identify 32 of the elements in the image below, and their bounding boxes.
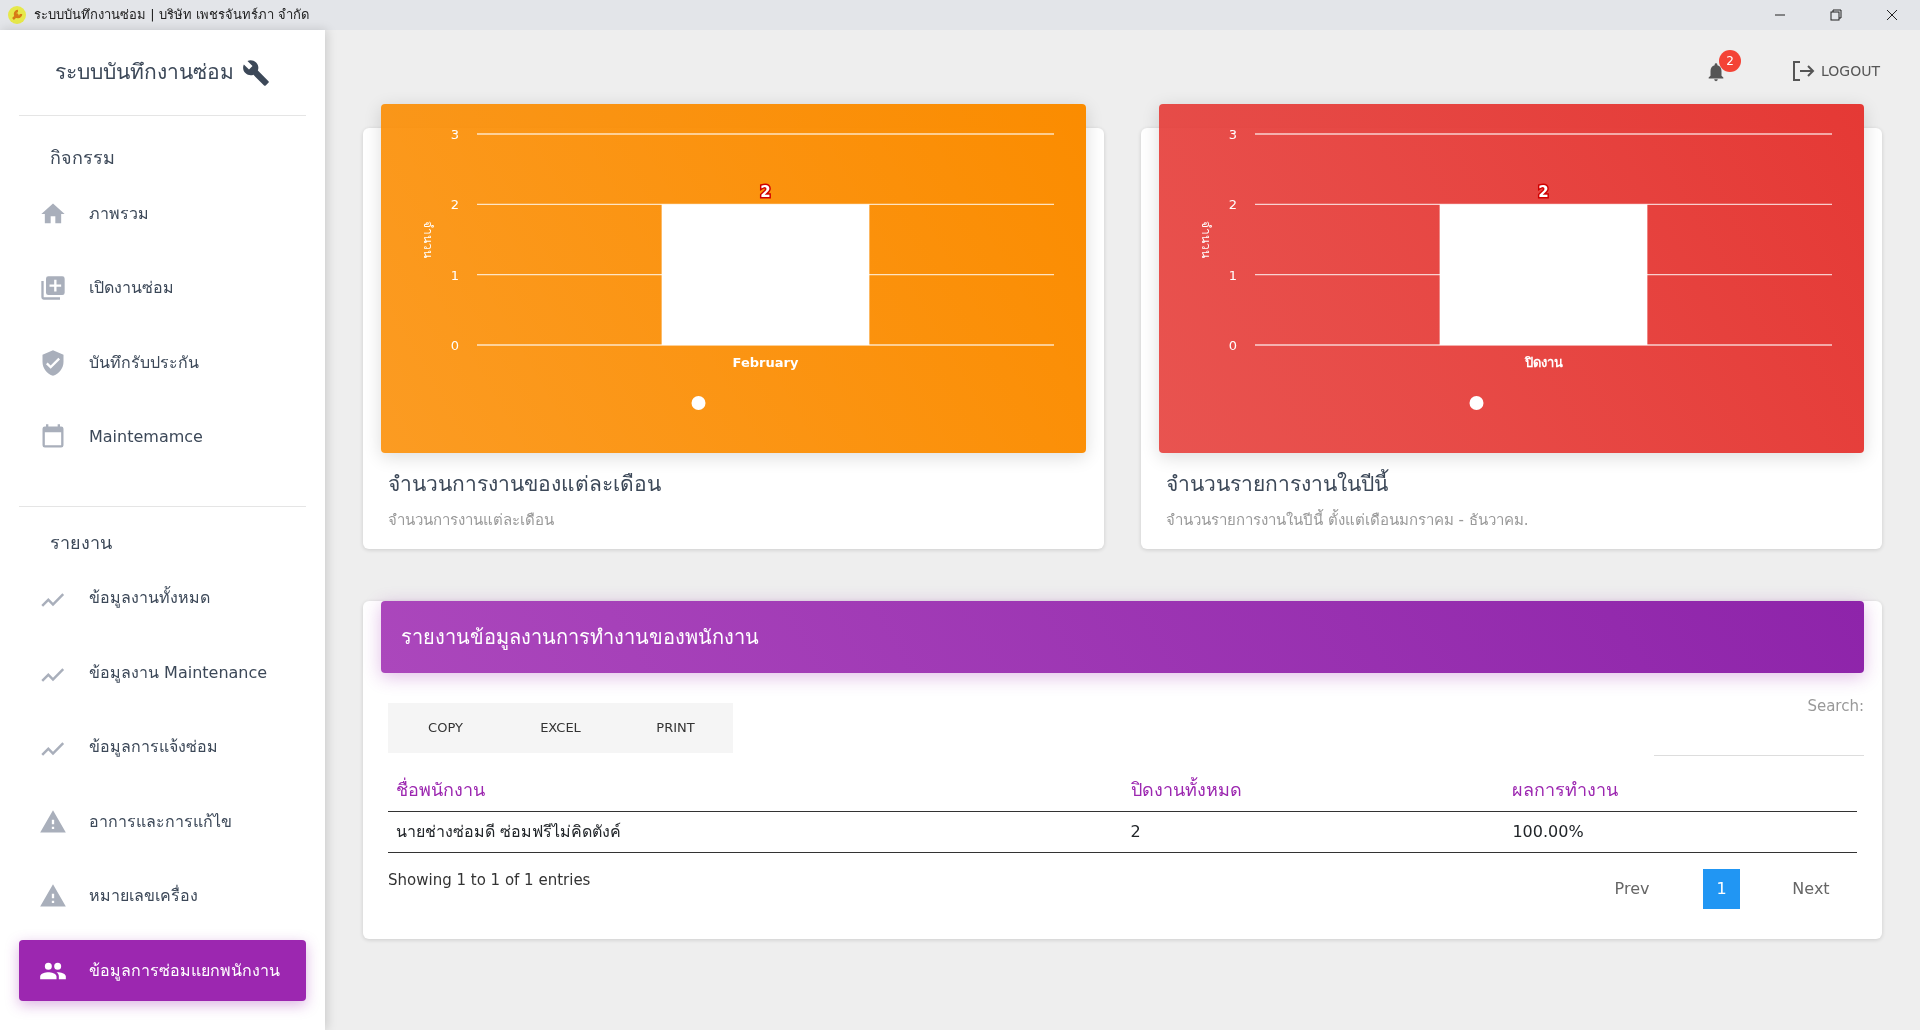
window-title: ระบบบันทึกงานซ่อม | บริษัท เพชรจันทร์ภา จำกัด (34, 6, 309, 25)
axis-tick-label: 3 (1228, 127, 1238, 142)
column-header: ปิดงานทั้งหมด (1122, 767, 1505, 811)
axis-tick-label: 3 (450, 127, 460, 142)
report-title: รายงานข้อมูลงานการทำงานของพนักงาน (381, 601, 1864, 673)
axis-tick-label: 2 (1228, 197, 1238, 213)
brand-title: ระบบบันทึกงานซ่อม (55, 58, 234, 86)
axis-title: จำนวน (1199, 221, 1213, 258)
table-info: Showing 1 to 1 of 1 entries (388, 869, 591, 891)
axis-title: จำนวน (421, 221, 435, 258)
section-heading: รายงาน (49, 530, 113, 555)
card-subtitle: จำนวนรายการงานในปีนี้ ตั้งแต่เดือนมกราคม - ธันวาคม. (1166, 508, 1530, 531)
data-label: 2 (760, 183, 771, 202)
card-subtitle: จำนวนการงานแต่ละเดือน (388, 509, 555, 531)
table-cell: 100.00% (1504, 811, 1857, 852)
axis-tick-label: 2 (450, 197, 460, 213)
search-label: Search: (1807, 696, 1864, 717)
axis-tick-label: 1 (450, 267, 460, 283)
column-header: ผลการทำงาน (1504, 767, 1857, 811)
section-heading: กิจกรรม (49, 146, 116, 170)
card-title: จำนวนรายการงานในปีนี้ (1166, 469, 1857, 501)
axis-tick-label: 0 (450, 338, 460, 353)
data-label: 2 (1538, 183, 1549, 202)
axis-category-label: February (732, 355, 799, 370)
axis-tick-label: 1 (1228, 267, 1238, 283)
card-title: จำนวนการงานของแต่ละเดือน (388, 471, 662, 498)
notification-count: 2 (1719, 50, 1741, 72)
column-header: ชื่อพนักงาน (388, 767, 1123, 811)
table-cell: 2 (1122, 811, 1505, 852)
axis-category-label: ปิดงาน (1524, 355, 1563, 370)
table-cell: นายช่างซ่อมดี ซ่อมฟรีไม่คิดตังค์ (388, 811, 1123, 852)
axis-tick-label: 0 (1228, 338, 1238, 353)
